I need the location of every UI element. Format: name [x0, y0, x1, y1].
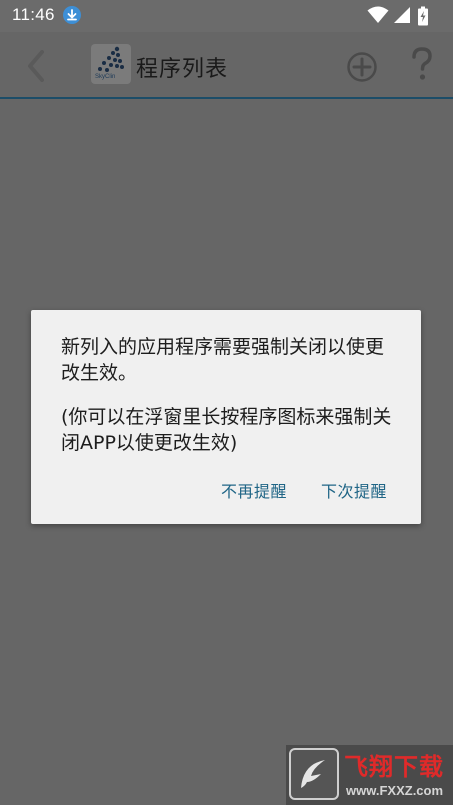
page-title: 程序列表: [136, 57, 229, 82]
dialog-hint: (你可以在浮窗里长按程序图标来强制关闭APP以使更改生效): [61, 406, 392, 454]
watermark: 飞翔下载 www.FXXZ.com: [286, 745, 453, 805]
no-remind-button[interactable]: 不再提醒: [221, 478, 287, 502]
help-icon[interactable]: [409, 46, 435, 82]
dialog-message: 新列入的应用程序需要强制关闭以使更改生效。: [61, 336, 385, 384]
watermark-logo: [289, 748, 339, 800]
watermark-brand: 飞翔下载: [344, 753, 444, 781]
add-circle-icon[interactable]: [346, 51, 378, 83]
battery-charging-icon: [418, 6, 428, 26]
chevron-left-icon[interactable]: [22, 48, 50, 84]
watermark-url: www.FXXZ.com: [346, 783, 444, 798]
action-bar-divider: [0, 97, 453, 99]
status-bar: 11:46: [0, 0, 453, 32]
app-logo: SkyClin: [91, 44, 131, 84]
download-icon: [63, 6, 81, 24]
status-time: 11:46: [12, 5, 55, 24]
force-close-dialog: 新列入的应用程序需要强制关闭以使更改生效。 (你可以在浮窗里长按程序图标来强制关…: [31, 310, 421, 524]
wifi-icon: [367, 6, 389, 23]
watermark-logo-icon: [301, 760, 325, 788]
signal-icon: [394, 7, 410, 23]
skyclin-logo-icon: [98, 46, 124, 72]
remind-next-time-button[interactable]: 下次提醒: [321, 478, 387, 502]
app-logo-text: SkyClin: [95, 74, 116, 80]
